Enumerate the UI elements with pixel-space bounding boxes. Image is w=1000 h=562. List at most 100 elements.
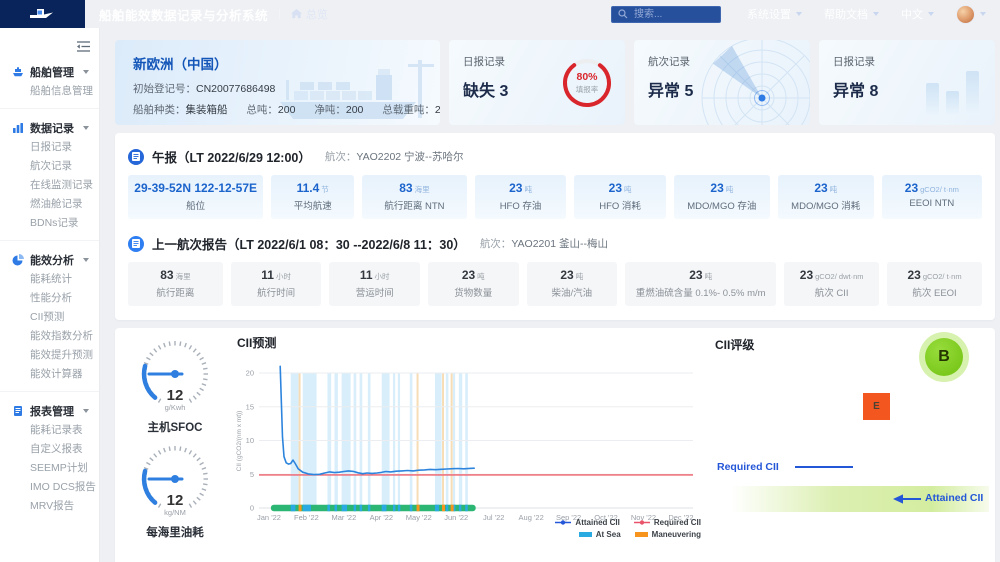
sidebar-section-1[interactable]: 数据记录 bbox=[0, 118, 99, 138]
fill-rate-label: 填报率 bbox=[576, 84, 599, 95]
rating-bar: E bbox=[863, 393, 890, 420]
chevron-down-icon bbox=[83, 409, 89, 413]
svg-text:15: 15 bbox=[246, 402, 254, 411]
analysis-panel: 12 g/Kwh 主机SFOC 12 kg/NM 每海里油耗 CII预测 051… bbox=[115, 328, 995, 562]
gauge-label: 主机SFOC bbox=[115, 419, 235, 435]
search-icon bbox=[618, 9, 628, 19]
sidebar-item[interactable]: CII预测 bbox=[0, 308, 99, 327]
chevron-down-icon bbox=[873, 12, 879, 16]
app-logo-icon bbox=[28, 6, 58, 22]
gauges-column: 12 g/Kwh 主机SFOC 12 kg/NM 每海里油耗 bbox=[115, 340, 235, 550]
svg-text:Aug '22: Aug '22 bbox=[519, 513, 544, 522]
data-tile: 29-39-52N 122-12-57E船位 bbox=[128, 175, 263, 219]
chevron-down-icon bbox=[928, 12, 934, 16]
ship-name: 新欧洲（中国） bbox=[133, 53, 422, 73]
noon-report-tiles: 29-39-52N 122-12-57E船位11.4节平均航速83海里航行距离 … bbox=[128, 175, 982, 219]
svg-text:20: 20 bbox=[246, 369, 254, 378]
menu-collapse-icon[interactable] bbox=[77, 41, 90, 52]
required-cii-line bbox=[795, 466, 853, 468]
voyage-report-icon bbox=[128, 236, 144, 252]
menu-system-settings[interactable]: 系统设置 bbox=[747, 6, 802, 22]
sidebar-section-2[interactable]: 能效分析 bbox=[0, 250, 99, 270]
cii-chart-plot: 05101520Jan '22Feb '22Mar '22Apr '22May … bbox=[233, 353, 701, 525]
svg-text:Mar '22: Mar '22 bbox=[332, 513, 357, 522]
legend-item: Maneuvering bbox=[635, 530, 701, 539]
required-cii-label: Required CII bbox=[717, 461, 779, 473]
svg-text:5: 5 bbox=[250, 470, 254, 479]
sidebar-item[interactable]: SEEMP计划 bbox=[0, 459, 99, 478]
chevron-down-icon bbox=[980, 12, 986, 16]
data-tile: 11小时营运时间 bbox=[329, 262, 420, 306]
data-tile: 83海里航行距离 bbox=[128, 262, 223, 306]
ship-registry: 初始登记号：CN20077686498 bbox=[133, 81, 422, 96]
app-logo[interactable] bbox=[0, 0, 85, 28]
voyage-abnormal-card[interactable]: 航次记录 异常 5 bbox=[634, 40, 810, 125]
cii-grade-letter: B bbox=[925, 338, 963, 376]
voyage-report-voyage: 航次：YAO2201 釜山--梅山 bbox=[480, 236, 608, 251]
svg-text:Jan '22: Jan '22 bbox=[257, 513, 281, 522]
data-tile: 11.4节平均航速 bbox=[271, 175, 354, 219]
noon-report-icon bbox=[128, 149, 144, 165]
data-tile: 23吨重燃油硫含量 0.1%- 0.5% m/m bbox=[625, 262, 776, 306]
sidebar-section-3[interactable]: 报表管理 bbox=[0, 401, 99, 421]
search-input[interactable] bbox=[632, 8, 712, 21]
attained-cii-label: Attained CII bbox=[925, 492, 983, 504]
search-box[interactable] bbox=[611, 6, 721, 23]
daily-report-missing-card[interactable]: 日报记录 缺失 3 80% 填报率 bbox=[449, 40, 625, 125]
pie-chart-icon bbox=[12, 254, 24, 266]
noon-report-voyage: 航次：YAO2202 宁波--苏哈尔 bbox=[325, 149, 464, 164]
daily-abnormal-card[interactable]: 日报记录 异常 8 bbox=[819, 40, 995, 125]
sidebar-item[interactable]: 能耗记录表 bbox=[0, 421, 99, 440]
home-icon bbox=[291, 9, 302, 19]
sidebar-item[interactable]: 燃油舱记录 bbox=[0, 195, 99, 214]
svg-text:CII (gCO2/(nm x mt)): CII (gCO2/(nm x mt)) bbox=[236, 411, 243, 472]
ship-icon bbox=[12, 66, 24, 78]
sidebar-section-0[interactable]: 船舶管理 bbox=[0, 62, 99, 82]
attained-cii-arrow bbox=[893, 494, 921, 504]
data-tile: 23吨HFO 消耗 bbox=[574, 175, 666, 219]
sidebar-item[interactable]: 性能分析 bbox=[0, 289, 99, 308]
sidebar-item[interactable]: 能效计算器 bbox=[0, 365, 99, 384]
menu-help-docs[interactable]: 帮助文档 bbox=[824, 6, 879, 22]
breadcrumb[interactable]: 总览 bbox=[291, 6, 328, 22]
cii-forecast-chart: CII预测 05101520Jan '22Feb '22Mar '22Apr '… bbox=[233, 334, 705, 562]
data-tile: 23吨HFO 存油 bbox=[475, 175, 567, 219]
data-tile: 23吨柴油/汽油 bbox=[527, 262, 618, 306]
sidebar: 船舶管理船舶信息管理数据记录日报记录航次记录在线监测记录燃油舱记录BDNs记录能… bbox=[0, 28, 100, 562]
voyage-report-tiles: 83海里航行距离11小时航行时间11小时营运时间23吨货物数量23吨柴油/汽油2… bbox=[128, 262, 982, 306]
sidebar-item[interactable]: 自定义报表 bbox=[0, 440, 99, 459]
sidebar-item[interactable]: 在线监测记录 bbox=[0, 176, 99, 195]
data-tile: 83海里航行距离 NTN bbox=[362, 175, 467, 219]
svg-text:Jul '22: Jul '22 bbox=[483, 513, 504, 522]
sidebar-item[interactable]: 日报记录 bbox=[0, 138, 99, 157]
voyage-report-title: 上一航次报告（LT 2022/6/1 08：30 --2022/6/8 11：3… bbox=[152, 234, 466, 253]
sidebar-item[interactable]: 能效指数分析 bbox=[0, 327, 99, 346]
chevron-down-icon bbox=[796, 12, 802, 16]
sidebar-item[interactable]: 能效提升预测 bbox=[0, 346, 99, 365]
chevron-down-icon bbox=[83, 70, 89, 74]
ship-specs: 船舶种类：集装箱船 总吨：200 净吨：200 总载重吨：200 bbox=[133, 102, 422, 117]
svg-text:May '22: May '22 bbox=[406, 513, 432, 522]
chevron-down-icon bbox=[83, 126, 89, 130]
rating-segment-E: E bbox=[863, 393, 890, 420]
breadcrumb-label: 总览 bbox=[306, 6, 328, 22]
sidebar-item[interactable]: 航次记录 bbox=[0, 157, 99, 176]
card-category: 航次记录 bbox=[648, 54, 796, 69]
chevron-down-icon bbox=[83, 258, 89, 262]
sidebar-item[interactable]: 能耗统计 bbox=[0, 270, 99, 289]
sidebar-item[interactable]: 船舶信息管理 bbox=[0, 82, 99, 101]
gauge-label: 每海里油耗 bbox=[115, 524, 235, 540]
report-icon bbox=[12, 405, 24, 417]
reports-panel: 午报（LT 2022/6/29 12:00） 航次：YAO2202 宁波--苏哈… bbox=[115, 133, 995, 320]
sidebar-item[interactable]: MRV报告 bbox=[0, 497, 99, 516]
bar-chart-icon bbox=[12, 122, 24, 134]
sidebar-item[interactable]: IMO DCS报告 bbox=[0, 478, 99, 497]
card-category: 日报记录 bbox=[833, 54, 981, 69]
data-tile: 23gCO2/ t·nm航次 EEOI bbox=[887, 262, 982, 306]
user-menu[interactable] bbox=[956, 5, 986, 24]
sidebar-item[interactable]: BDNs记录 bbox=[0, 214, 99, 233]
gauge-main-engine-sfoc: 12 g/Kwh 主机SFOC bbox=[115, 340, 235, 435]
data-tile: 11小时航行时间 bbox=[231, 262, 322, 306]
menu-language[interactable]: 中文 bbox=[901, 6, 934, 22]
card-value: 异常 8 bbox=[833, 77, 981, 101]
